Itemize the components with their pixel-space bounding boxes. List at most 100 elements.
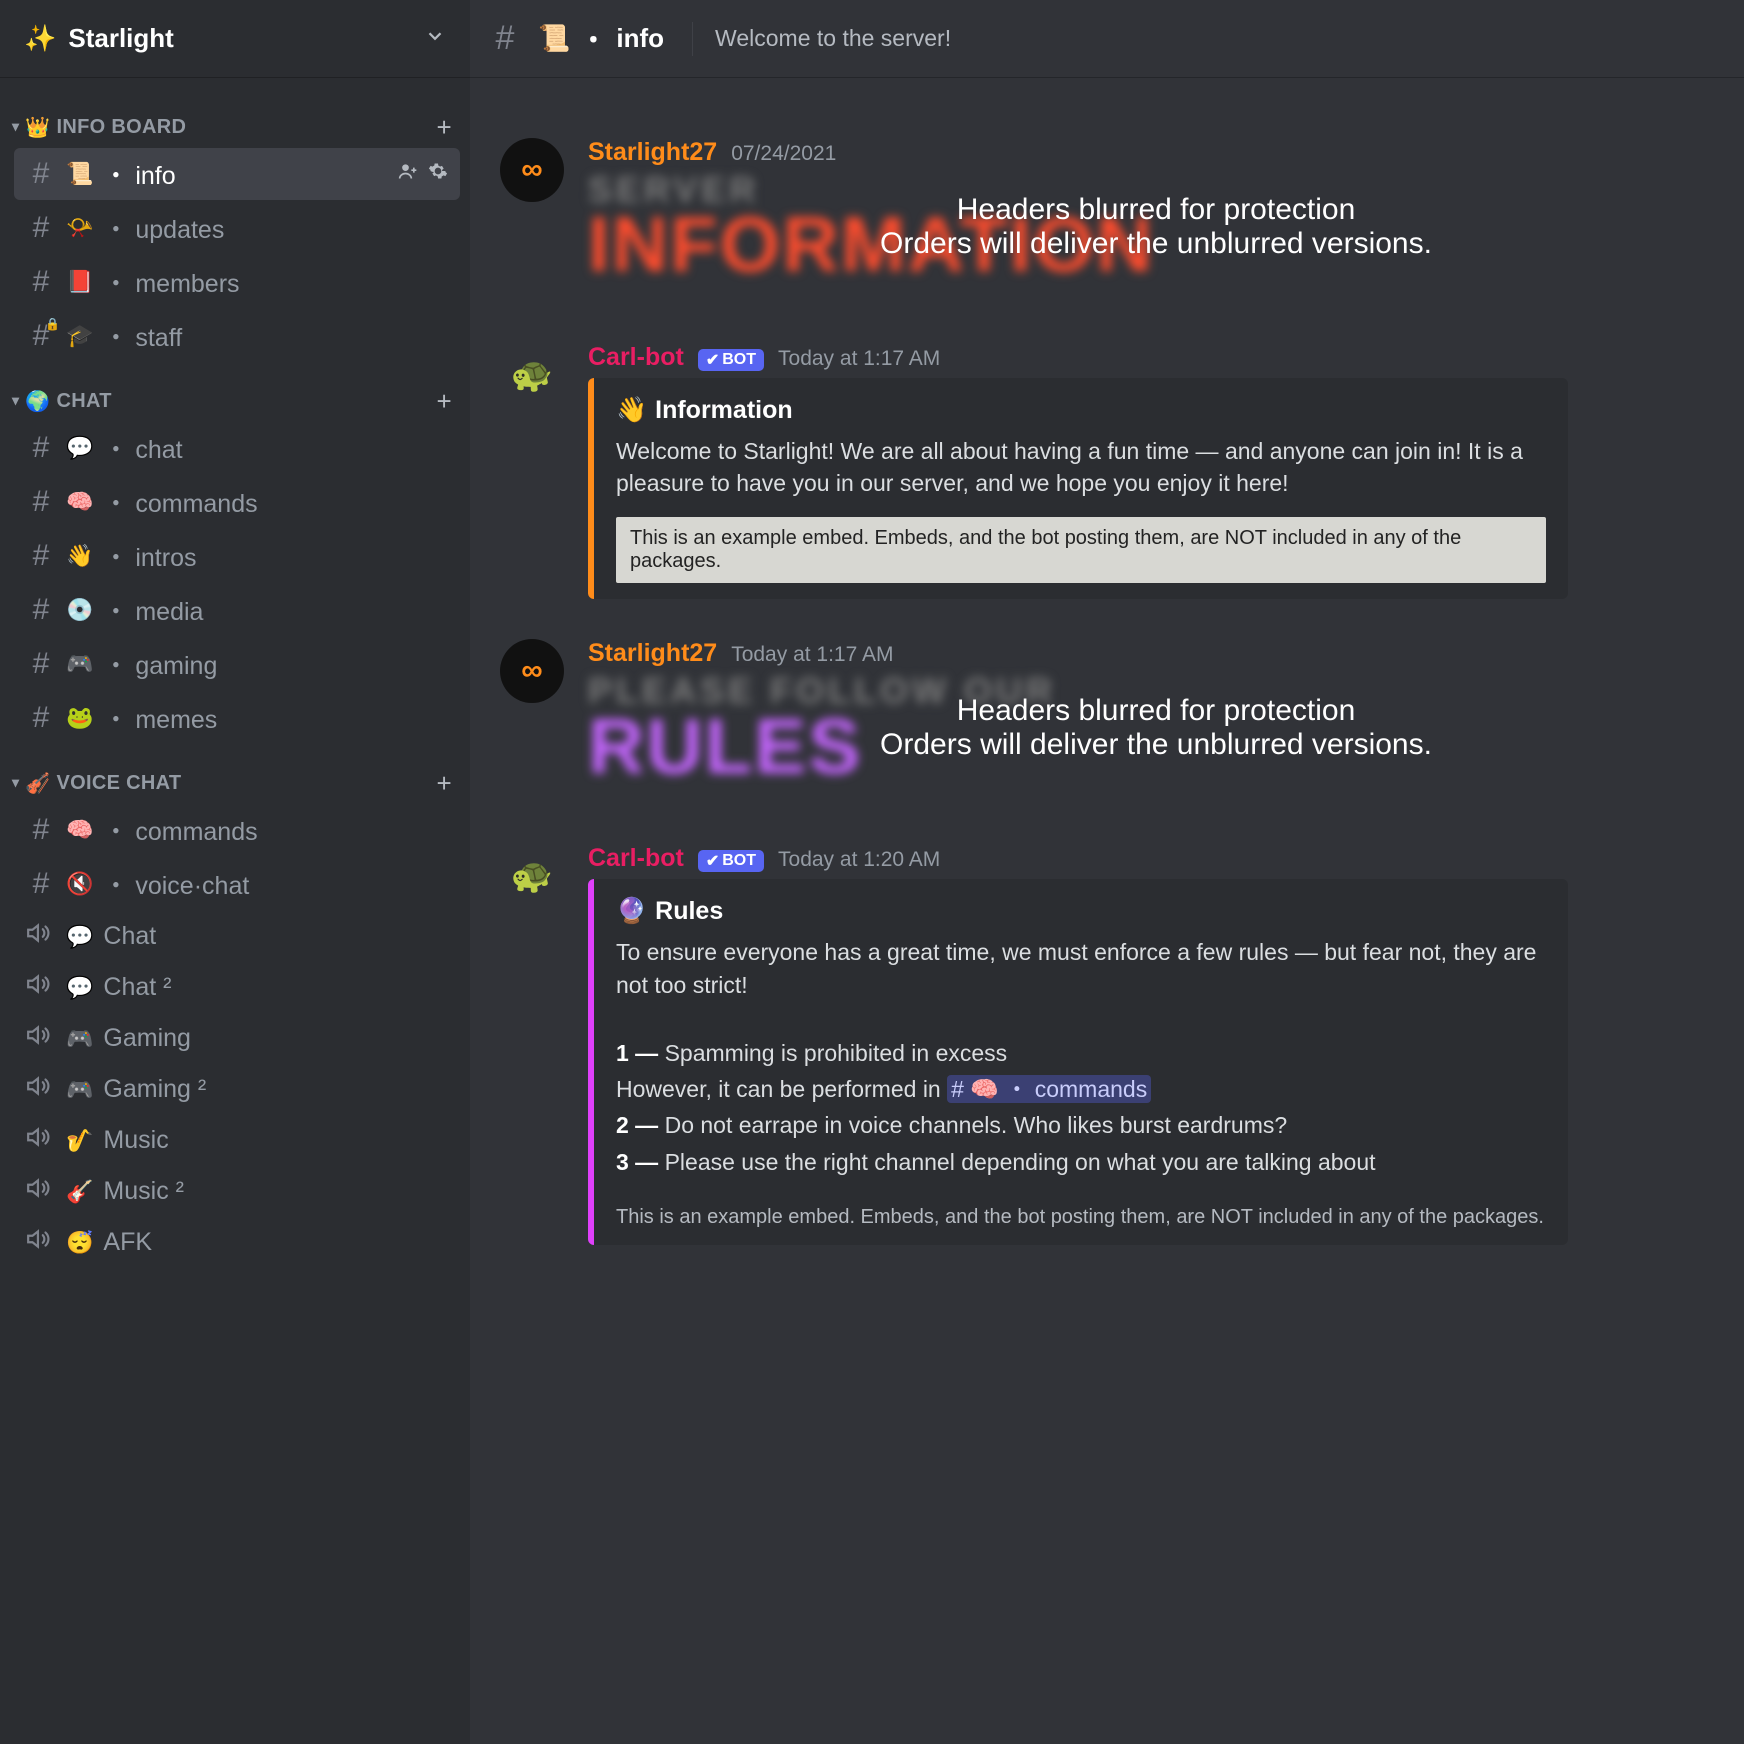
text-channel[interactable]: #📜・ info — [14, 148, 460, 200]
embed-note: This is an example embed. Embeds, and th… — [616, 517, 1546, 583]
avatar[interactable]: ∞ — [500, 639, 564, 703]
rule-line: 1 — Spamming is prohibited in excess — [616, 1037, 1546, 1069]
voice-channel[interactable]: 🎮 Gaming — [14, 1014, 460, 1063]
channel-name: ・ staff — [103, 318, 448, 354]
embed-note: This is an example embed. Embeds, and th… — [616, 1196, 1546, 1229]
hash-icon: # — [26, 647, 56, 681]
text-channel[interactable]: #🧠・ commands — [14, 804, 460, 856]
channel-emoji: 💿 — [66, 597, 93, 623]
embed: 🔮Rules To ensure everyone has a great ti… — [588, 879, 1568, 1244]
speaker-icon — [26, 1226, 56, 1259]
channel-name: ・ members — [103, 264, 448, 300]
channel-name: ・ info — [103, 156, 388, 192]
channel-emoji: 🧠 — [66, 489, 93, 515]
embed-emoji: 🔮 — [616, 897, 647, 926]
server-header[interactable]: ✨ Starlight — [0, 0, 470, 78]
channel-name: Chat ² — [103, 973, 448, 1002]
add-channel-icon[interactable]: + — [437, 770, 452, 796]
hash-icon: # — [26, 813, 56, 847]
voice-channel[interactable]: 💬 Chat — [14, 912, 460, 961]
category-header[interactable]: ▾ 👑 INFO BOARD+ — [8, 90, 466, 146]
invite-icon[interactable] — [398, 161, 418, 187]
speaker-icon — [26, 1073, 56, 1106]
speaker-icon — [26, 1175, 56, 1208]
text-channel[interactable]: #🎮・ gaming — [14, 638, 460, 690]
channel-name: ・ updates — [103, 210, 448, 246]
speaker-icon — [26, 1124, 56, 1157]
message: 🐢 Carl-bot ✔BOT Today at 1:17 AM 👋 Informati… — [500, 343, 1724, 599]
hash-icon: # — [26, 157, 56, 191]
message: ∞Starlight27Today at 1:17 AM PLEASE FOLL… — [500, 639, 1724, 804]
message-timestamp: Today at 1:20 AM — [778, 848, 940, 872]
message-timestamp: Today at 1:17 AM — [731, 643, 893, 667]
channel-name: ・ commands — [103, 812, 448, 848]
chevron-down-icon: ▾ — [12, 392, 19, 409]
voice-channel[interactable]: 🎸 Music ² — [14, 1167, 460, 1216]
text-channel[interactable]: #👋・ intros — [14, 530, 460, 582]
avatar[interactable]: 🐢 — [500, 844, 564, 908]
hash-icon: # — [490, 19, 520, 58]
embed-emoji: 👋 — [616, 396, 647, 425]
channel-emoji: 📕 — [66, 269, 93, 295]
message-list[interactable]: ∞Starlight2707/24/2021 SERVERINFORMATION… — [470, 78, 1744, 1744]
chevron-down-icon: ▾ — [12, 774, 19, 791]
dot-separator: ・ — [580, 20, 606, 57]
bot-badge: ✔BOT — [698, 349, 764, 371]
text-channel[interactable]: #💿・ media — [14, 584, 460, 636]
channel-emoji: 🎮 — [66, 1026, 93, 1052]
category-header[interactable]: ▾ 🌍 CHAT+ — [8, 364, 466, 420]
category-header[interactable]: ▾ 🎻 VOICE CHAT+ — [8, 746, 466, 802]
hash-icon: # — [26, 867, 56, 901]
channel-name: ・ voice·chat — [103, 866, 448, 902]
text-channel[interactable]: #🧠・ commands — [14, 476, 460, 528]
avatar[interactable]: 🐢 — [500, 343, 564, 407]
channel-mention[interactable]: # 🧠 ・ commands — [947, 1075, 1151, 1103]
check-icon: ✔ — [706, 350, 719, 370]
text-channel[interactable]: #🔒🎓・ staff — [14, 310, 460, 362]
channel-name: AFK — [103, 1228, 448, 1257]
channel-emoji: 🎷 — [66, 1128, 93, 1154]
channel-emoji: 😴 — [66, 1230, 93, 1256]
channel-sidebar: ✨ Starlight ▾ 👑 INFO BOARD+#📜・ info#📯・ u… — [0, 0, 470, 1744]
message-author[interactable]: Starlight27 — [588, 138, 717, 167]
text-channel[interactable]: #🐸・ memes — [14, 692, 460, 744]
channel-list[interactable]: ▾ 👑 INFO BOARD+#📜・ info#📯・ updates # 📕 ・ me… — [0, 78, 470, 1744]
rule-line: 2 — Do not earrape in voice channels. Wh… — [616, 1109, 1546, 1141]
channel-emoji: 🎸 — [66, 1179, 93, 1205]
category-name: VOICE CHAT — [57, 772, 182, 795]
server-name: Starlight — [68, 23, 173, 54]
voice-channel[interactable]: 💬 Chat ² — [14, 963, 460, 1012]
embed-title: Information — [655, 396, 793, 425]
category-name: CHAT — [57, 390, 112, 413]
message-timestamp: Today at 1:17 AM — [778, 347, 940, 371]
main-panel: # 📜 ・ info Welcome to the server! ∞ Starl… — [470, 0, 1744, 1744]
overlay-text: Headers blurred for protection — [880, 193, 1432, 227]
voice-channel[interactable]: 🎮 Gaming ² — [14, 1065, 460, 1114]
text-channel[interactable]: #📕・ members — [14, 256, 460, 308]
voice-channel[interactable]: 😴 AFK — [14, 1218, 460, 1267]
message-author[interactable]: Carl-bot — [588, 343, 684, 372]
overlay-text: Orders will deliver the unblurred versio… — [880, 227, 1432, 261]
channel-name: Music — [103, 1126, 448, 1155]
text-channel[interactable]: #📯・ updates — [14, 202, 460, 254]
overlay-text: Headers blurred for protection — [880, 694, 1432, 728]
hash-icon: # — [26, 485, 56, 519]
message-author[interactable]: Carl-bot — [588, 844, 684, 873]
embed-description: To ensure everyone has a great time, we … — [616, 936, 1546, 1177]
text-channel[interactable]: #🔇・ voice·chat — [14, 858, 460, 910]
channel-emoji: 🎮 — [66, 651, 93, 677]
banner-image: SERVERINFORMATION Headers blurred for pr… — [588, 173, 1724, 303]
check-icon: ✔ — [706, 851, 719, 871]
channel-header: # 📜 ・ info Welcome to the server! — [470, 0, 1744, 78]
add-channel-icon[interactable]: + — [437, 114, 452, 140]
chevron-down-icon: ▾ — [12, 118, 19, 135]
text-channel[interactable]: #💬・ chat — [14, 422, 460, 474]
channel-name: ・ memes — [103, 700, 448, 736]
voice-channel[interactable]: 🎷 Music — [14, 1116, 460, 1165]
gear-icon[interactable] — [428, 161, 448, 187]
avatar[interactable]: ∞ — [500, 138, 564, 202]
message-author[interactable]: Starlight27 — [588, 639, 717, 668]
speaker-icon — [26, 920, 56, 953]
add-channel-icon[interactable]: + — [437, 388, 452, 414]
channel-emoji: 🐸 — [66, 705, 93, 731]
